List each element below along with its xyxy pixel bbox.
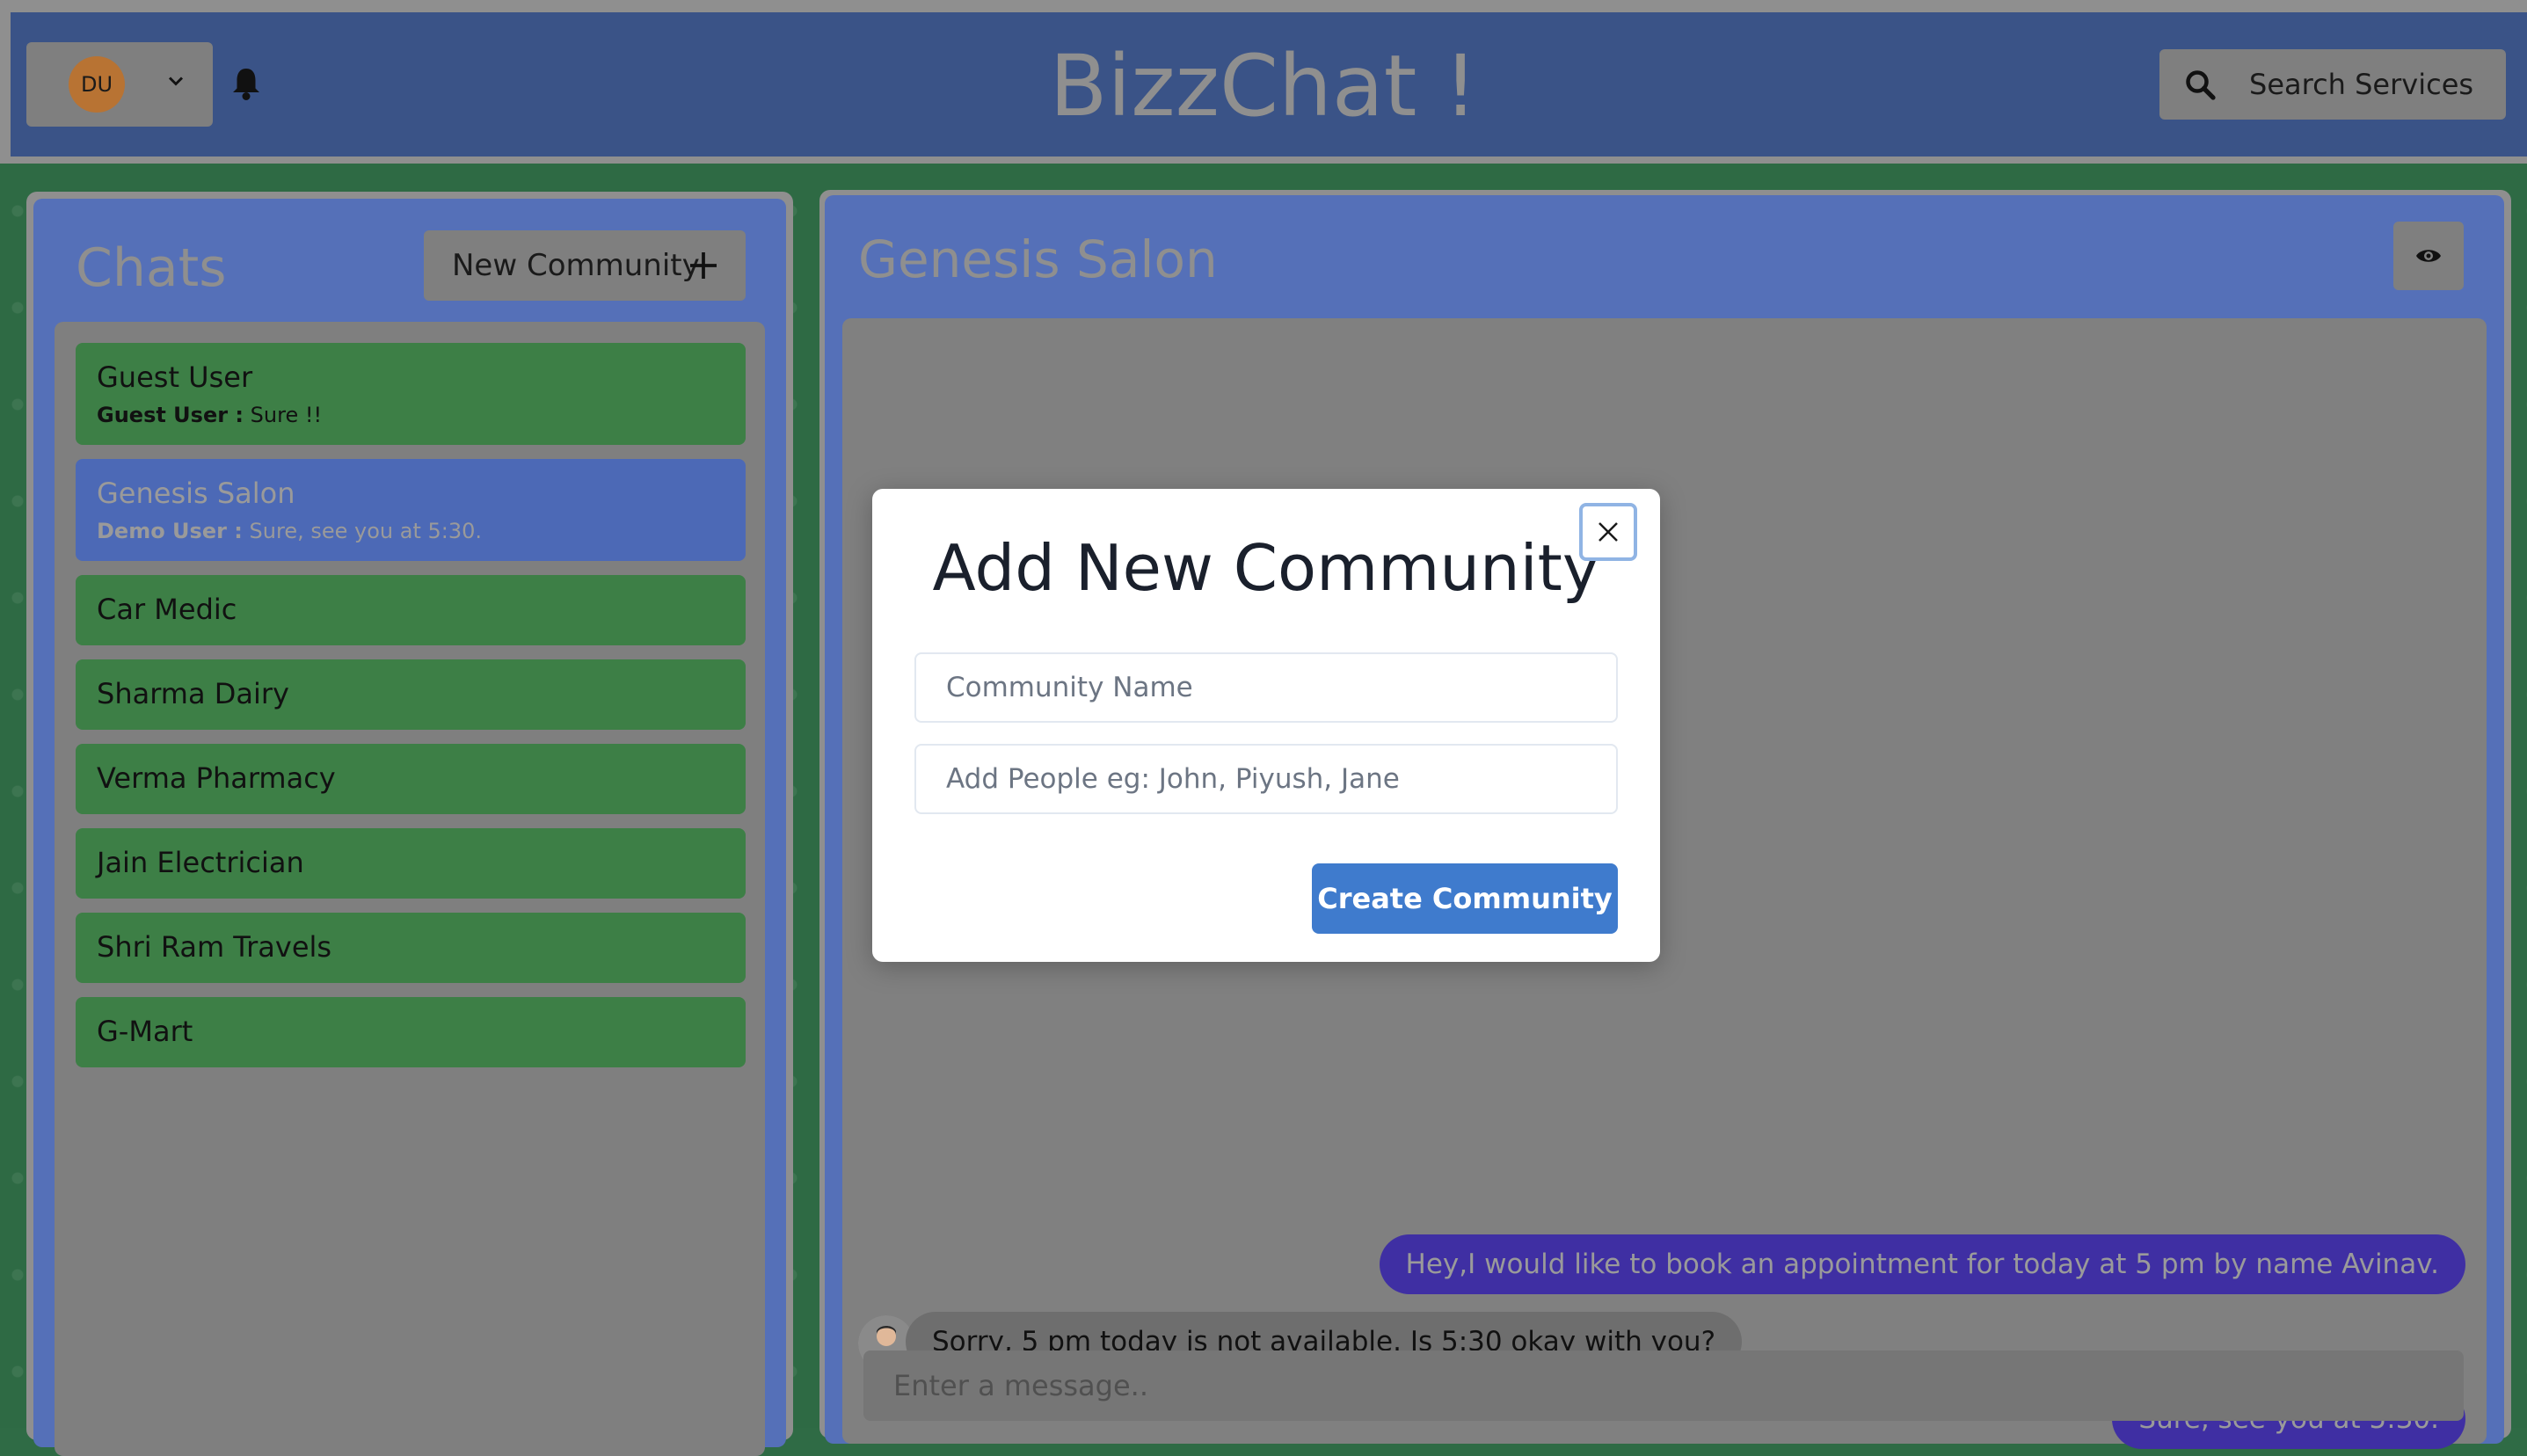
community-name-input[interactable] [914,652,1618,723]
add-people-input[interactable] [914,744,1618,814]
modal-title: Add New Community [932,531,1600,605]
close-button[interactable] [1579,503,1637,561]
create-community-button[interactable]: Create Community [1312,863,1618,934]
add-community-modal: Add New Community Create Community [872,489,1660,962]
close-icon [1598,522,1618,542]
